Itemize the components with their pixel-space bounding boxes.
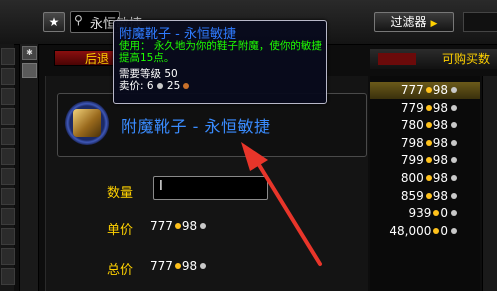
price-silver: 98 xyxy=(432,118,448,133)
silver-coin-icon xyxy=(451,227,457,234)
left-scrollbar[interactable] xyxy=(19,44,39,291)
unit-price-value: 777 98 xyxy=(150,219,207,233)
item-name: 附魔靴子 - 永恒敏捷 xyxy=(121,117,271,136)
gold-coin-icon xyxy=(174,223,181,229)
gold-coin-icon xyxy=(425,122,432,129)
gold-coin-icon xyxy=(433,227,440,234)
price-gold: 779 xyxy=(400,100,424,115)
category-tab[interactable] xyxy=(1,168,15,185)
category-tab[interactable] xyxy=(1,228,15,245)
category-tab[interactable] xyxy=(1,128,15,145)
silver-coin-icon xyxy=(451,104,457,111)
price-list-row[interactable]: 939 0 xyxy=(370,205,480,222)
unit-price-label: 单价 xyxy=(107,223,134,238)
total-price-gold: 777 xyxy=(150,259,173,273)
category-tab[interactable] xyxy=(1,248,15,265)
total-price-label: 总价 xyxy=(107,263,134,278)
category-tab[interactable] xyxy=(1,148,15,165)
play-icon: ▶ xyxy=(430,19,438,29)
search-icon: ⚲ xyxy=(74,13,83,27)
silver-coin-icon xyxy=(451,139,457,146)
category-tab[interactable] xyxy=(1,88,15,105)
chevron-up-icon: ✱ xyxy=(26,48,33,57)
quantity-input-value: I xyxy=(159,179,163,194)
silver-coin-icon xyxy=(451,192,457,199)
left-category-strip xyxy=(0,44,15,291)
price-silver: 98 xyxy=(432,188,448,203)
price-gold: 48,000 xyxy=(389,223,432,238)
price-gold: 780 xyxy=(400,118,424,133)
unit-price-silver: 98 xyxy=(181,219,198,233)
star-icon: ★ xyxy=(48,15,60,29)
price-gold: 799 xyxy=(400,153,424,168)
price-gold: 798 xyxy=(400,135,424,150)
category-tab[interactable] xyxy=(1,208,15,225)
silver-coin-icon xyxy=(200,263,207,269)
silver-coin-icon xyxy=(451,210,457,217)
gold-coin-icon xyxy=(425,157,432,164)
tooltip-use-text: 使用： 永久地为你的鞋子附魔，使你的敏捷提高15点。 xyxy=(119,40,322,64)
category-tab[interactable] xyxy=(1,48,15,65)
tooltip-sell-label: 卖价: xyxy=(119,80,144,92)
price-gold: 800 xyxy=(400,171,424,185)
price-list-row[interactable]: 779 98 xyxy=(370,100,480,117)
price-list-row[interactable]: 800 98 xyxy=(370,170,480,187)
gold-coin-icon xyxy=(425,192,432,199)
price-silver: 0 xyxy=(440,223,448,238)
silver-coin-icon xyxy=(451,87,457,93)
back-button-label: 后退 xyxy=(85,52,110,66)
filter-label: 过滤器 xyxy=(390,15,427,29)
silver-coin-icon xyxy=(451,175,457,181)
price-list-row[interactable]: 859 98 xyxy=(370,188,480,205)
gold-coin-icon xyxy=(425,139,432,146)
gold-coin-icon xyxy=(174,263,181,269)
category-tab[interactable] xyxy=(1,108,15,125)
total-price-silver: 98 xyxy=(181,259,198,273)
scroll-up-button[interactable]: ✱ xyxy=(22,46,37,60)
gold-coin-icon xyxy=(433,210,440,217)
price-silver: 98 xyxy=(432,100,448,115)
tooltip-sell-copper: 25 xyxy=(166,80,181,92)
price-silver: 98 xyxy=(432,153,448,168)
copper-coin-icon xyxy=(183,82,190,89)
tooltip-sell-silver: 6 xyxy=(146,80,154,92)
price-list-row[interactable]: 777 98 xyxy=(370,82,480,99)
price-gold: 859 xyxy=(400,188,424,203)
category-tab[interactable] xyxy=(1,268,15,285)
back-button[interactable]: 后退 xyxy=(54,50,116,66)
item-icon-image xyxy=(73,109,101,137)
buyable-count-label: 可购买数 xyxy=(442,52,491,66)
price-gold: 777 xyxy=(400,83,424,97)
category-tab[interactable] xyxy=(1,188,15,205)
scroll-thumb[interactable] xyxy=(22,63,37,78)
silver-coin-icon xyxy=(156,82,163,89)
unit-price-gold: 777 xyxy=(150,219,173,233)
favorite-button[interactable]: ★ xyxy=(43,12,65,32)
filter-button[interactable]: 过滤器 ▶ xyxy=(374,12,454,32)
price-silver: 98 xyxy=(432,135,448,150)
price-silver: 98 xyxy=(432,171,448,185)
silver-coin-icon xyxy=(200,223,207,229)
silver-coin-icon xyxy=(451,157,457,164)
price-silver: 98 xyxy=(432,83,448,97)
header-red-tab[interactable] xyxy=(378,53,416,65)
top-right-box xyxy=(463,12,497,32)
category-tab[interactable] xyxy=(1,68,15,85)
gold-coin-icon xyxy=(425,87,432,93)
price-list-scrollbar[interactable] xyxy=(482,76,497,291)
price-list-row[interactable]: 780 98 xyxy=(370,117,480,134)
price-list-row[interactable]: 48,000 0 xyxy=(370,223,480,240)
total-price-value: 777 98 xyxy=(150,259,207,273)
gold-coin-icon xyxy=(425,104,432,111)
tooltip-sell-price: 卖价: 6 25 xyxy=(119,78,190,93)
quantity-input[interactable] xyxy=(153,176,268,200)
price-silver: 0 xyxy=(440,206,448,221)
silver-coin-icon xyxy=(451,122,457,129)
quantity-label: 数量 xyxy=(107,186,134,201)
price-list-row[interactable]: 798 98 xyxy=(370,135,480,152)
price-gold: 939 xyxy=(408,206,432,221)
price-list-row[interactable]: 799 98 xyxy=(370,152,480,169)
gold-coin-icon xyxy=(425,175,432,181)
